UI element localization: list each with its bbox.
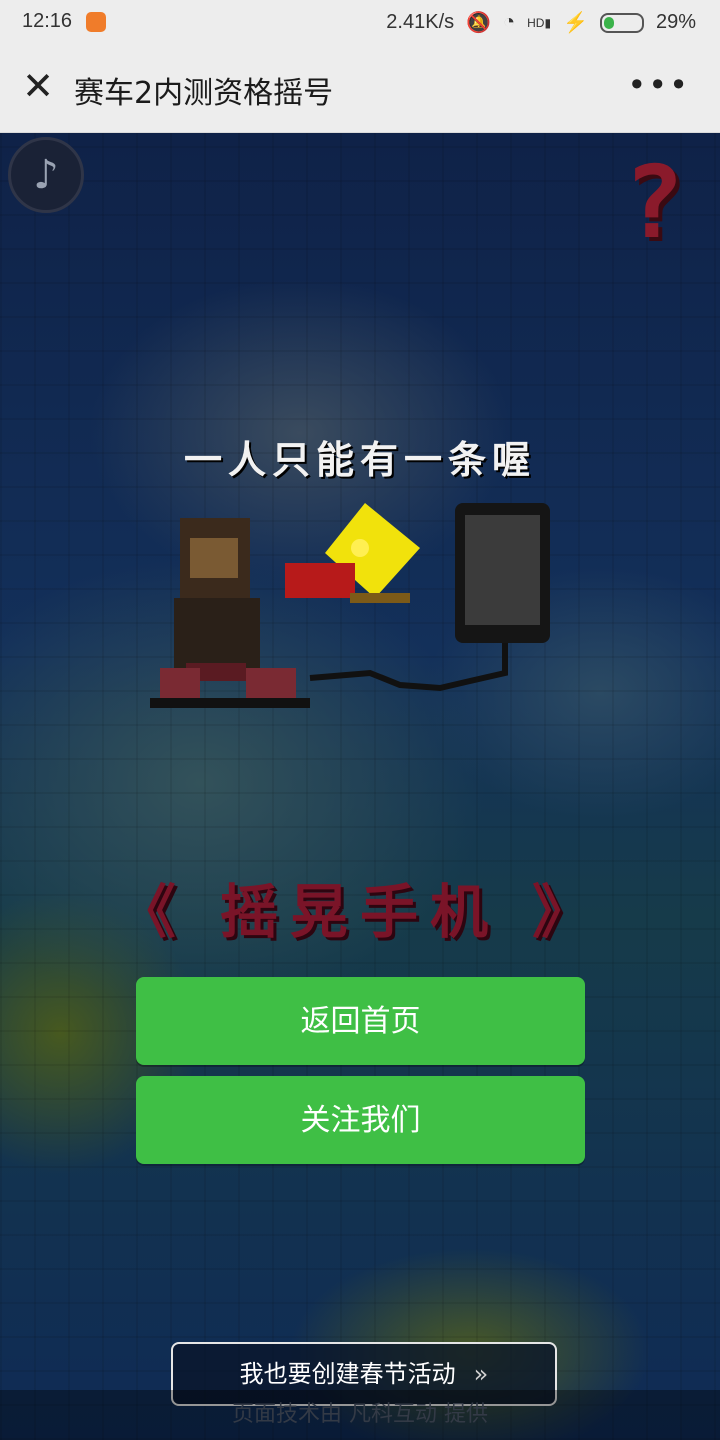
close-icon[interactable]: ✕ [20,67,56,105]
shoe-left [160,668,200,698]
status-time: 12:16 [22,10,73,32]
powered-by-footer: 页面技术由 凡科互动 提供 [0,1390,720,1440]
status-left: 12:16 [22,10,107,33]
pizza-face [351,539,369,557]
game-screen: ♪ ? 一人只能有一条喔 《 摇晃手机 》 返回首页 关注我们 我也要创建春节活… [0,133,720,1440]
app-notification-icon [86,11,107,32]
nav-bar: ✕ 赛车2内测资格摇号 ••• [0,44,720,133]
hd-signal-icon: HD▮ [527,15,552,30]
battery-icon [599,12,644,33]
network-speed: 2.41K/s [386,11,455,33]
help-icon[interactable]: ? [624,153,684,253]
shoe-right [246,668,296,698]
page-title: 赛车2内测资格摇号 [74,76,334,111]
charging-icon: ⚡ [563,12,588,34]
ground [150,698,310,708]
mute-icon: 🔕 [466,12,492,34]
more-menu-icon[interactable]: ••• [627,66,690,104]
character-body [174,598,260,668]
crust [350,593,410,603]
shake-phone-prompt: 《 摇晃手机 》 [117,878,603,946]
character-face [190,538,238,578]
back-home-button[interactable]: 返回首页 [136,977,585,1065]
cable [309,643,508,692]
follow-us-button[interactable]: 关注我们 [136,1076,585,1164]
wifi-icon: ◔ [503,11,516,33]
create-event-label: 我也要创建春节活动 [239,1360,456,1388]
battery-percent: 29% [655,11,696,33]
status-bar: 12:16 2.41K/s 🔕 ◔ HD▮ ⚡ 29% [0,0,720,44]
chevron-right-icon: » [473,1360,489,1388]
status-right: 2.41K/s 🔕 ◔ HD▮ ⚡ 29% [386,10,696,35]
battery-fill [603,16,614,29]
pixel-illustration [150,503,550,708]
phone-screen [465,515,540,625]
music-note-icon[interactable]: ♪ [8,137,84,213]
pepperoni [285,563,355,598]
headline: 一人只能有一条喔 [183,438,536,482]
